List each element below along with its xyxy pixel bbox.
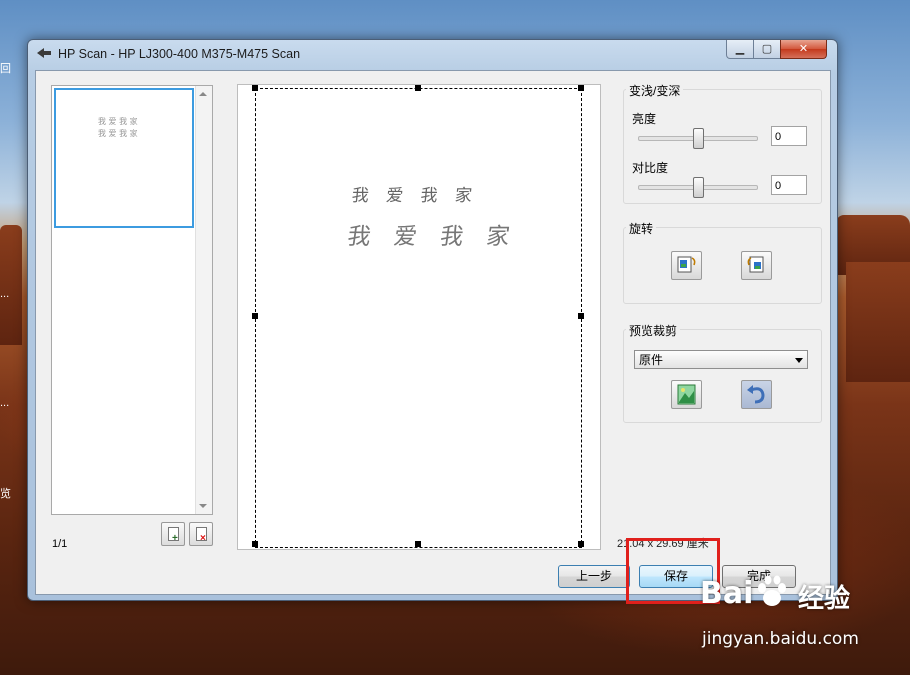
undo-icon: [747, 385, 765, 404]
watermark-logo-text: Bai: [700, 576, 754, 611]
watermark-brand-cn: 经验: [798, 583, 851, 613]
crop-handle-top[interactable]: [415, 85, 421, 91]
undo-crop-button[interactable]: [741, 380, 772, 409]
brightness-slider-thumb[interactable]: [692, 128, 704, 149]
thumbnail-line-1: 我 爱 我 家: [98, 117, 138, 126]
desktop-fragment-3: ...: [0, 397, 10, 409]
preview-crop-group: 预览裁剪 原件: [623, 322, 822, 423]
brightness-input[interactable]: 0: [771, 126, 807, 146]
contrast-label: 对比度: [632, 161, 669, 175]
crop-handle-bottom-left[interactable]: [252, 541, 258, 547]
rotate-right-button[interactable]: [741, 251, 772, 280]
crop-mode-select[interactable]: 原件: [634, 350, 808, 369]
hp-scan-app-icon: [37, 48, 51, 58]
back-button[interactable]: 上一步: [558, 565, 630, 588]
crop-image-icon: [677, 384, 696, 405]
delete-page-button[interactable]: ×: [189, 522, 213, 546]
scan-preview: 我 爱 我 家 我 爱 我 家: [237, 84, 601, 550]
thumbnail-scrollbar[interactable]: [195, 86, 212, 514]
page-count: 1/1: [52, 538, 68, 550]
minimize-button[interactable]: ▁: [726, 40, 754, 59]
rotate-group-title: 旋转: [626, 220, 657, 237]
rotate-left-icon: [677, 256, 696, 273]
crop-handle-bottom[interactable]: [415, 541, 421, 547]
minimize-icon: ▁: [735, 43, 745, 55]
rotate-left-button[interactable]: [671, 251, 702, 280]
desktop-fragment-4: 览: [0, 488, 11, 500]
rotate-group: 旋转: [623, 220, 822, 304]
x-icon: ×: [200, 533, 206, 544]
close-icon: ✕: [798, 43, 809, 55]
window-title: HP Scan - HP LJ300-400 M375-M475 Scan: [58, 47, 301, 61]
baidu-paw-icon: [758, 575, 786, 606]
thumbnail-line-2: 我 爱 我 家: [98, 129, 138, 138]
handwriting-line-2: 我 爱 我 家: [345, 224, 520, 250]
brightness-slider[interactable]: [638, 128, 758, 149]
contrast-slider-thumb[interactable]: [692, 177, 704, 198]
rotate-right-icon: [747, 256, 764, 273]
add-page-button[interactable]: +: [161, 522, 185, 546]
crop-handle-left[interactable]: [252, 313, 258, 319]
desktop-fragment-2: ...: [0, 288, 10, 300]
thumbnail-content: 我 爱 我 家 我 爱 我 家: [98, 116, 138, 140]
crop-area[interactable]: 我 爱 我 家 我 爱 我 家: [255, 88, 582, 548]
brightness-label: 亮度: [632, 112, 657, 126]
contrast-input[interactable]: 0: [771, 175, 807, 195]
crop-handle-right[interactable]: [578, 313, 584, 319]
close-button[interactable]: ✕: [780, 40, 827, 59]
scroll-down-icon[interactable]: [199, 504, 207, 508]
crop-group-title: 预览裁剪: [626, 322, 681, 339]
watermark-url: jingyan.baidu.com: [702, 629, 859, 649]
handwriting-line-1: 我 爱 我 家: [350, 186, 480, 206]
chevron-down-icon: [795, 358, 803, 363]
contrast-slider[interactable]: [638, 177, 758, 198]
page-thumbnail[interactable]: 我 爱 我 家 我 爱 我 家: [54, 88, 194, 228]
crop-image-button[interactable]: [671, 380, 702, 409]
title-bar[interactable]: HP Scan - HP LJ300-400 M375-M475 Scan ▁ …: [28, 40, 837, 68]
crop-handle-bottom-right[interactable]: [578, 541, 584, 547]
crop-handle-top-right[interactable]: [578, 85, 584, 91]
thumbnail-panel: 我 爱 我 家 我 爱 我 家: [51, 85, 213, 515]
scroll-up-icon[interactable]: [199, 92, 207, 96]
crop-handle-top-left[interactable]: [252, 85, 258, 91]
adjust-group-title: 变浅/变深: [626, 82, 684, 99]
maximize-button[interactable]: ▢: [753, 40, 781, 59]
baidu-jingyan-watermark: Bai 经验 jingyan.baidu.com: [700, 575, 890, 656]
hp-scan-window: HP Scan - HP LJ300-400 M375-M475 Scan ▁ …: [27, 39, 838, 601]
desktop-fragment-1: 回: [0, 63, 11, 75]
crop-mode-value: 原件: [639, 353, 664, 367]
desktop-icon-labels: 回 ... ... 览: [0, 40, 28, 600]
plus-icon: +: [172, 533, 178, 544]
maximize-icon: ▢: [761, 43, 773, 55]
brightness-contrast-group: 变浅/变深 亮度 0 对比度 0: [623, 82, 822, 204]
window-client-area: 我 爱 我 家 我 爱 我 家 1/1 + × 我 爱 我 家 我 爱 我 家: [35, 70, 831, 595]
